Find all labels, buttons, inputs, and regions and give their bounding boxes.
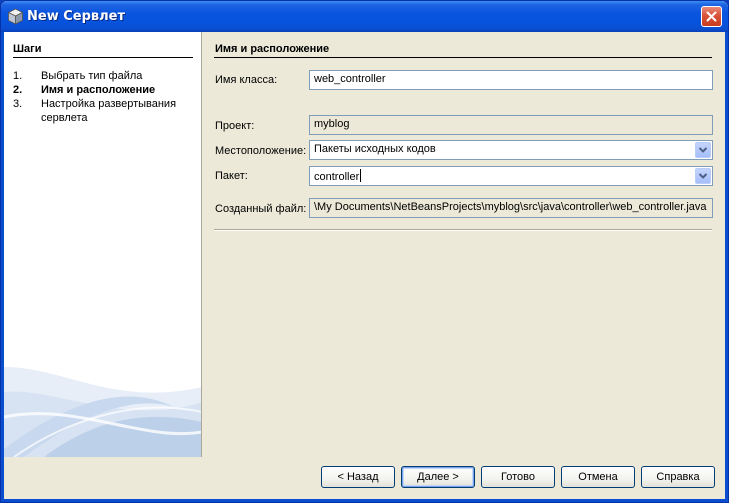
new-servlet-dialog: New Сервлет Шаги 1. Выбрать тип файла 2. И… [0,0,729,503]
step-item-3: 3. Настройка развертывания сервлета [13,97,198,125]
class-name-input[interactable]: web_controller [309,70,713,90]
form-panel: Имя и расположение Имя класса: web_contr… [203,32,725,457]
next-button[interactable]: Далее > [401,466,475,488]
created-file-label: Созданный файл: [215,203,307,215]
section-divider [214,57,712,58]
cube-icon [7,8,24,25]
project-field: myblog [309,115,713,135]
package-value: controller [314,171,360,183]
form-bottom-divider [214,229,712,230]
step-label: Выбрать тип файла [41,70,143,82]
steps-divider [13,57,193,58]
package-combobox[interactable]: controller [309,166,713,186]
created-file-field: \My Documents\NetBeansProjects\myblog\sr… [309,198,713,218]
step-label: Имя и расположение [41,84,156,96]
step-label: Настройка развертывания сервлета [41,98,177,124]
help-button[interactable]: Справка [641,466,715,488]
step-number: 2. [13,84,23,96]
location-label: Местоположение: [215,145,307,157]
chevron-down-icon [698,173,708,179]
button-bar: < Назад Далее > Готово Отмена Справка [4,457,725,501]
created-file-value: \My Documents\NetBeansProjects\myblog\sr… [314,201,707,213]
step-number: 3. [13,98,23,110]
text-cursor [360,169,362,182]
project-label: Проект: [215,120,255,132]
section-heading: Имя и расположение [215,43,330,55]
window-title: New Сервлет [27,9,125,24]
back-button[interactable]: < Назад [321,466,395,488]
location-dropdown-button[interactable] [695,142,711,158]
close-button[interactable] [701,6,722,27]
location-value: Пакеты исходных кодов [314,143,436,155]
step-item-1: 1. Выбрать тип файла [13,69,198,83]
steps-heading: Шаги [13,43,42,55]
step-item-2: 2. Имя и расположение [13,83,198,97]
package-dropdown-button[interactable] [695,168,711,184]
step-number: 1. [13,70,23,82]
decorative-swoosh [4,367,201,457]
close-icon [706,11,717,22]
class-name-label: Имя класса: [215,74,278,86]
package-label: Пакет: [215,170,248,182]
location-dropdown[interactable]: Пакеты исходных кодов [309,140,713,160]
class-name-value: web_controller [314,73,386,85]
cancel-button[interactable]: Отмена [561,466,635,488]
project-value: myblog [314,118,350,130]
title-bar[interactable]: New Сервлет [1,1,728,32]
chevron-down-icon [698,147,708,153]
window-frame-right [725,32,728,502]
finish-button[interactable]: Готово [481,466,555,488]
steps-panel: Шаги 1. Выбрать тип файла 2. Имя и располо… [4,32,202,457]
